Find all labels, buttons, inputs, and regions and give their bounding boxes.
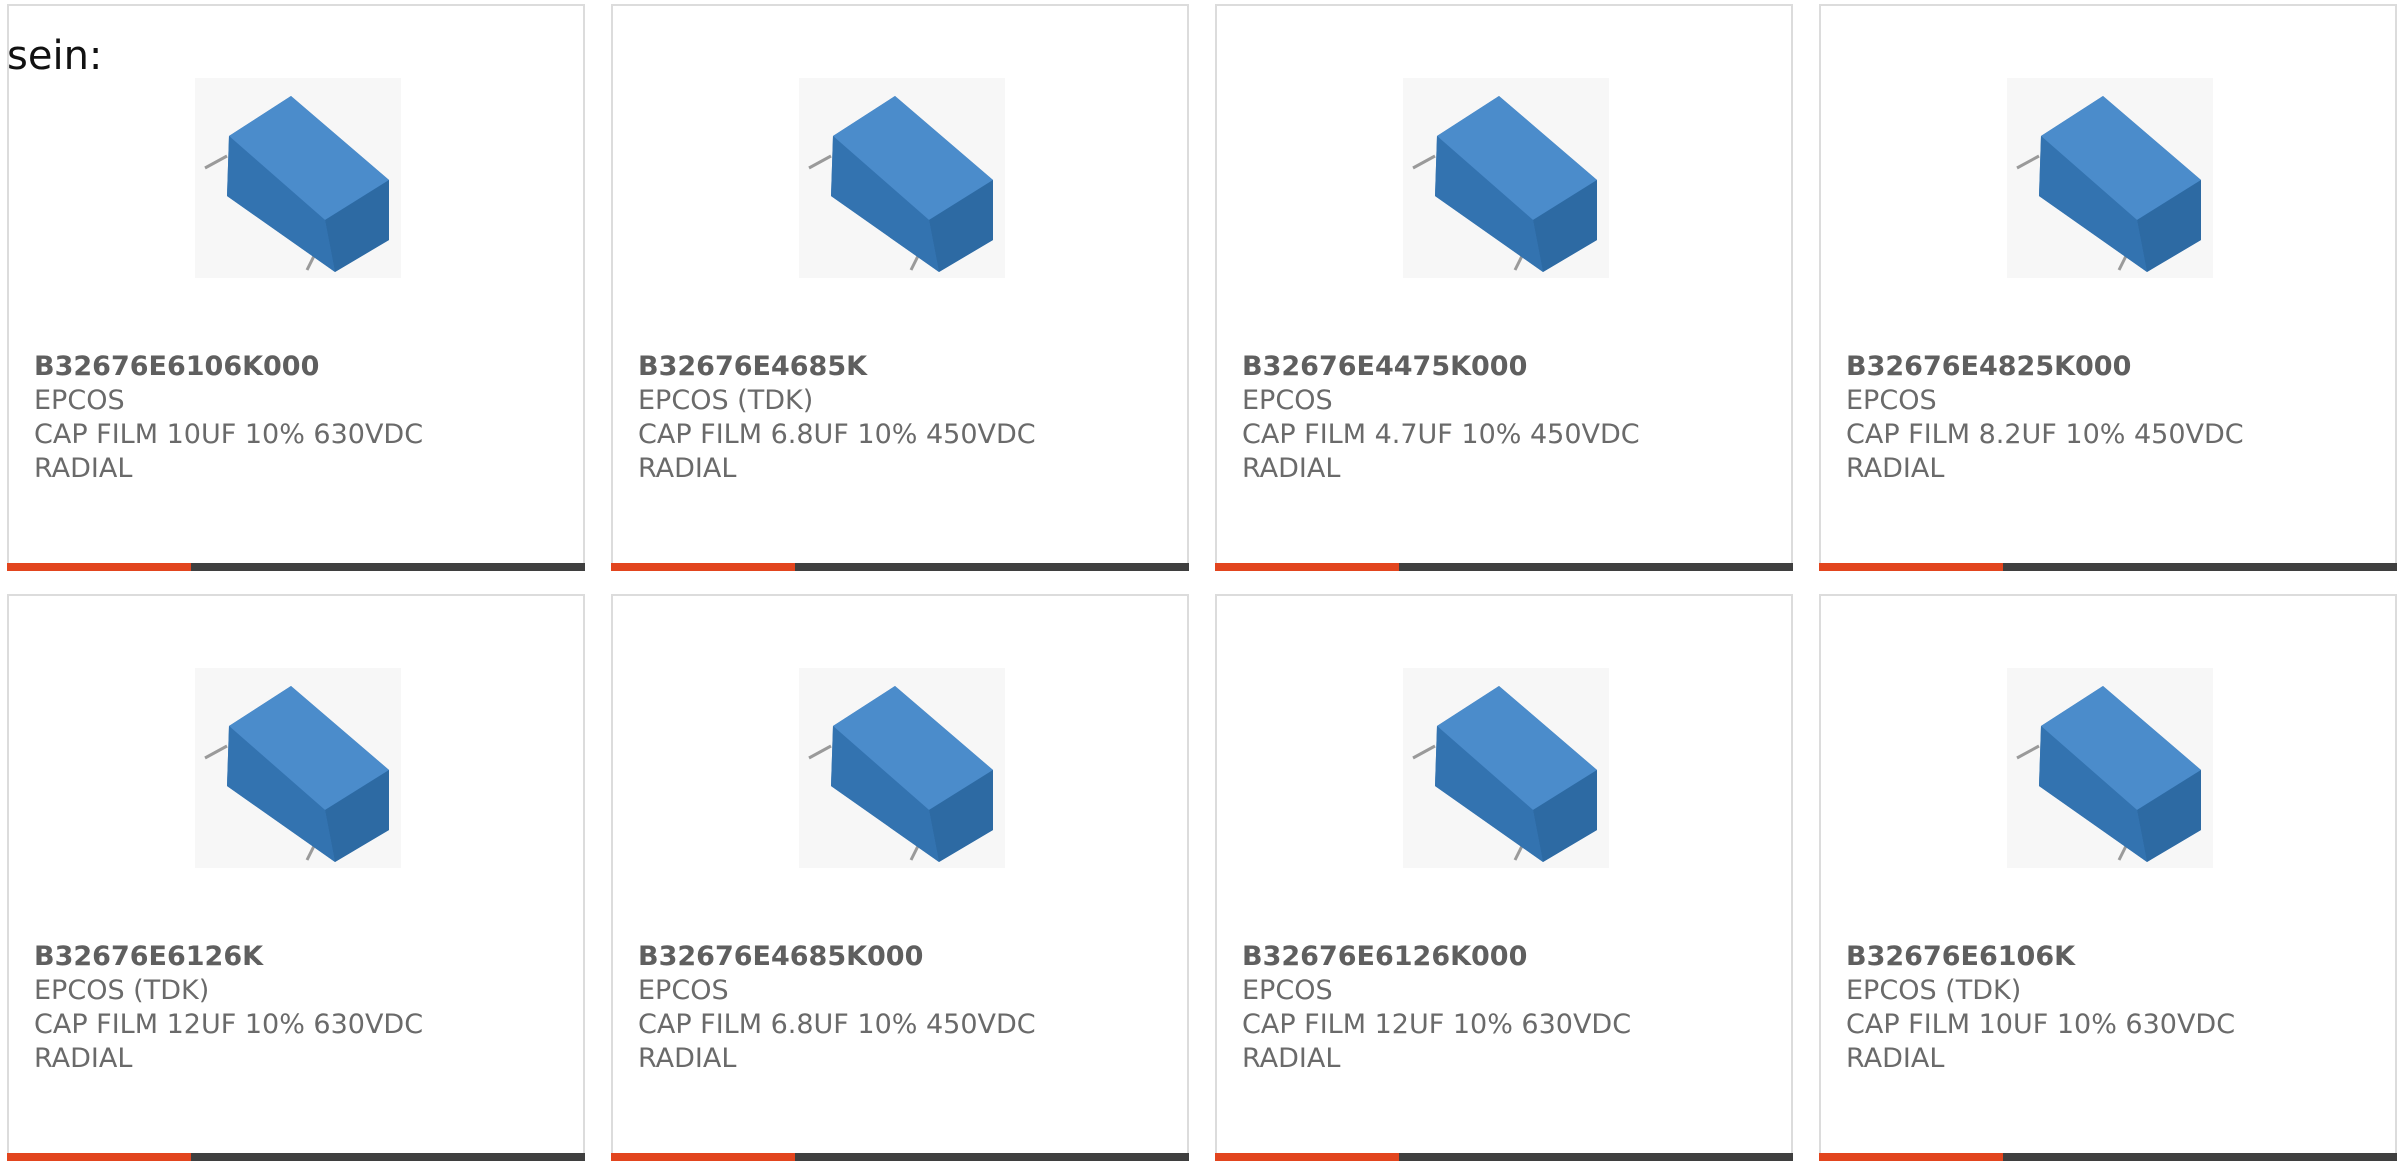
description: CAP FILM 6.8UF 10% 450VDC (638, 419, 1036, 450)
description-package: RADIAL (34, 453, 133, 484)
part-number[interactable]: B32676E4825K000 (1846, 350, 2366, 384)
card-footer-accent (1215, 1153, 1399, 1161)
description: CAP FILM 6.8UF 10% 450VDC (638, 1009, 1036, 1040)
capacitor-icon (808, 686, 993, 862)
intro-text: sein: (7, 33, 103, 79)
product-card[interactable]: B32676E4475K000 EPCOS CAP FILM 4.7UF 10%… (1215, 4, 1793, 571)
capacitor-icon (204, 686, 389, 862)
description-package: RADIAL (1846, 1043, 1945, 1074)
card-footer-bar (611, 563, 1189, 571)
capacitor-image[interactable] (799, 668, 1005, 868)
capacitor-icon (2016, 686, 2201, 862)
description: CAP FILM 12UF 10% 630VDC (34, 1009, 424, 1040)
description-package: RADIAL (1242, 453, 1341, 484)
card-footer-accent (1215, 563, 1399, 571)
description-package: RADIAL (1846, 453, 1945, 484)
card-footer-accent (611, 563, 795, 571)
capacitor-image[interactable] (2007, 668, 2213, 868)
product-card[interactable]: B32676E6126K000 EPCOS CAP FILM 12UF 10% … (1215, 594, 1793, 1161)
card-footer-bar (7, 1153, 585, 1161)
card-footer-bar (1215, 563, 1793, 571)
capacitor-image[interactable] (1403, 78, 1609, 278)
manufacturer: EPCOS (TDK) (638, 385, 814, 416)
capacitor-image[interactable] (1403, 668, 1609, 868)
description-package: RADIAL (34, 1043, 133, 1074)
card-footer-bar (1819, 1153, 2397, 1161)
card-footer-accent (1819, 1153, 2003, 1161)
manufacturer: EPCOS (1242, 385, 1333, 416)
description-package: RADIAL (1242, 1043, 1341, 1074)
part-number[interactable]: B32676E4685K (638, 350, 1158, 384)
description-package: RADIAL (638, 1043, 737, 1074)
description: CAP FILM 10UF 10% 630VDC (34, 419, 424, 450)
description: CAP FILM 8.2UF 10% 450VDC (1846, 419, 2244, 450)
part-number[interactable]: B32676E4685K000 (638, 940, 1158, 974)
description: CAP FILM 4.7UF 10% 450VDC (1242, 419, 1640, 450)
part-number[interactable]: B32676E6126K (34, 940, 554, 974)
capacitor-image[interactable] (2007, 78, 2213, 278)
card-footer-bar (1215, 1153, 1793, 1161)
capacitor-icon (204, 96, 389, 272)
capacitor-icon (2016, 96, 2201, 272)
description: CAP FILM 12UF 10% 630VDC (1242, 1009, 1632, 1040)
card-footer-bar (611, 1153, 1189, 1161)
card-footer-accent (611, 1153, 795, 1161)
product-card[interactable]: B32676E4685K000 EPCOS CAP FILM 6.8UF 10%… (611, 594, 1189, 1161)
card-footer-accent (1819, 563, 2003, 571)
product-card[interactable]: B32676E6106K EPCOS (TDK) CAP FILM 10UF 1… (1819, 594, 2397, 1161)
product-grid: B32676E6106K000 EPCOS CAP FILM 10UF 10% … (7, 4, 2400, 1165)
card-footer-accent (7, 563, 191, 571)
capacitor-image[interactable] (195, 78, 401, 278)
product-card[interactable]: B32676E4685K EPCOS (TDK) CAP FILM 6.8UF … (611, 4, 1189, 571)
manufacturer: EPCOS (1846, 385, 1937, 416)
card-footer-bar (7, 563, 585, 571)
part-number[interactable]: B32676E6106K000 (34, 350, 554, 384)
capacitor-icon (1412, 686, 1597, 862)
manufacturer: EPCOS (638, 975, 729, 1006)
capacitor-image[interactable] (799, 78, 1005, 278)
part-number[interactable]: B32676E6106K (1846, 940, 2366, 974)
card-footer-bar (1819, 563, 2397, 571)
card-footer-accent (7, 1153, 191, 1161)
manufacturer: EPCOS (TDK) (1846, 975, 2022, 1006)
part-number[interactable]: B32676E4475K000 (1242, 350, 1762, 384)
manufacturer: EPCOS (1242, 975, 1333, 1006)
description: CAP FILM 10UF 10% 630VDC (1846, 1009, 2236, 1040)
product-card[interactable]: B32676E4825K000 EPCOS CAP FILM 8.2UF 10%… (1819, 4, 2397, 571)
part-number[interactable]: B32676E6126K000 (1242, 940, 1762, 974)
description-package: RADIAL (638, 453, 737, 484)
manufacturer: EPCOS (TDK) (34, 975, 210, 1006)
capacitor-icon (1412, 96, 1597, 272)
capacitor-icon (808, 96, 993, 272)
product-card[interactable]: B32676E6126K EPCOS (TDK) CAP FILM 12UF 1… (7, 594, 585, 1161)
manufacturer: EPCOS (34, 385, 125, 416)
product-card[interactable]: B32676E6106K000 EPCOS CAP FILM 10UF 10% … (7, 4, 585, 571)
capacitor-image[interactable] (195, 668, 401, 868)
